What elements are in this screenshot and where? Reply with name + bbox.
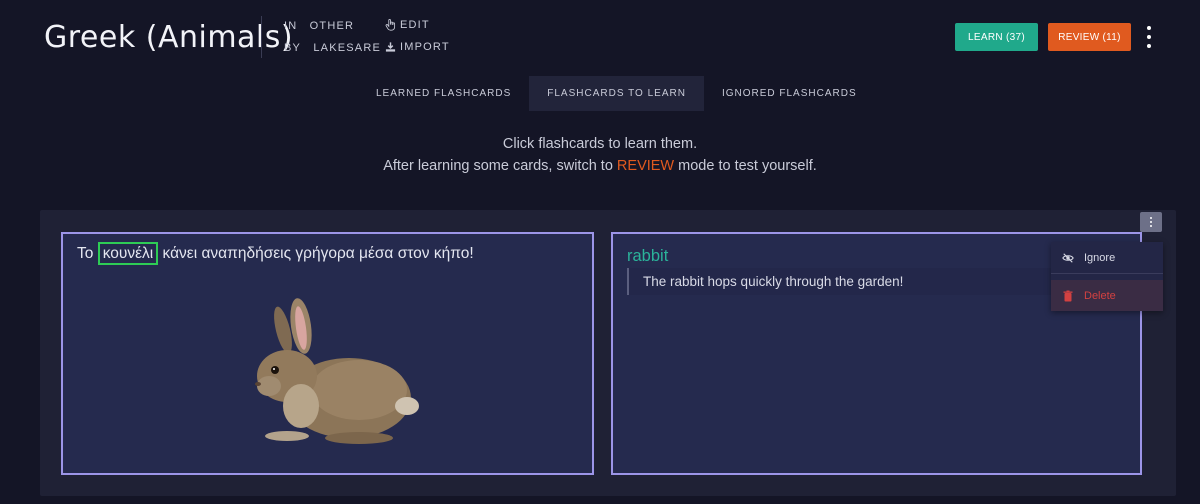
review-mode-word: REVIEW xyxy=(616,158,675,174)
sentence-before: Το xyxy=(77,245,98,262)
instructions-line-2: After learning some cards, switch to REV… xyxy=(0,155,1200,177)
download-icon xyxy=(385,42,396,52)
review-button[interactable]: REVIEW (11) xyxy=(1048,23,1131,51)
tab-ignored-flashcards[interactable]: IGNORED FLASHCARDS xyxy=(704,76,875,111)
flashcard-area: Το κουνέλι κάνει αναπηδήσεις γρήγορα μέσ… xyxy=(40,210,1176,496)
translated-sentence: The rabbit hops quickly through the gard… xyxy=(627,268,1057,295)
card-options-button[interactable] xyxy=(1140,212,1162,232)
ignore-label: Ignore xyxy=(1084,251,1116,264)
deck-title: Greek (Animals) xyxy=(44,20,294,55)
tab-learned-flashcards[interactable]: LEARNED FLASHCARDS xyxy=(358,76,529,111)
instructions-text-before: After learning some cards, switch to xyxy=(383,158,617,174)
eye-slash-icon xyxy=(1062,252,1074,263)
menu-item-ignore[interactable]: Ignore xyxy=(1051,242,1163,274)
highlighted-word: κουνέλι xyxy=(97,242,159,265)
author-key: BY xyxy=(284,42,302,54)
more-options-icon[interactable] xyxy=(1141,26,1157,48)
flashcard-tabs: LEARNED FLASHCARDS FLASHCARDS TO LEARN I… xyxy=(358,76,875,111)
edit-link[interactable]: EDIT xyxy=(385,19,430,31)
category-key: IN xyxy=(284,20,298,32)
translated-word: rabbit xyxy=(627,247,669,265)
rabbit-image xyxy=(255,298,419,444)
import-link[interactable]: IMPORT xyxy=(385,41,450,53)
author-value[interactable]: LAKESARE xyxy=(313,42,381,54)
trash-icon xyxy=(1063,290,1073,301)
flashcard-front[interactable]: Το κουνέλι κάνει αναπηδήσεις γρήγορα μέσ… xyxy=(61,232,594,475)
example-sentence: Το κουνέλι κάνει αναπηδήσεις γρήγορα μέσ… xyxy=(77,242,474,265)
category-value[interactable]: OTHER xyxy=(310,20,355,32)
import-label: IMPORT xyxy=(400,41,450,53)
menu-item-delete[interactable]: Delete xyxy=(1051,280,1163,311)
card-options-menu: Ignore Delete xyxy=(1051,242,1163,311)
sentence-after: κάνει αναπηδήσεις γρήγορα μέσα στον κήπο… xyxy=(158,245,474,262)
deck-author: BY LAKESARE xyxy=(284,42,381,54)
delete-label: Delete xyxy=(1084,289,1116,302)
hand-pointer-icon xyxy=(385,19,396,31)
edit-label: EDIT xyxy=(400,19,430,31)
instructions-text-after: mode to test yourself. xyxy=(674,158,817,174)
instructions-line-1: Click flashcards to learn them. xyxy=(502,136,698,152)
header-divider xyxy=(261,16,262,58)
learn-button[interactable]: LEARN (37) xyxy=(955,23,1038,51)
deck-category: IN OTHER xyxy=(284,20,354,32)
tab-flashcards-to-learn[interactable]: FLASHCARDS TO LEARN xyxy=(529,76,704,111)
instructions: Click flashcards to learn them. After le… xyxy=(0,133,1200,177)
